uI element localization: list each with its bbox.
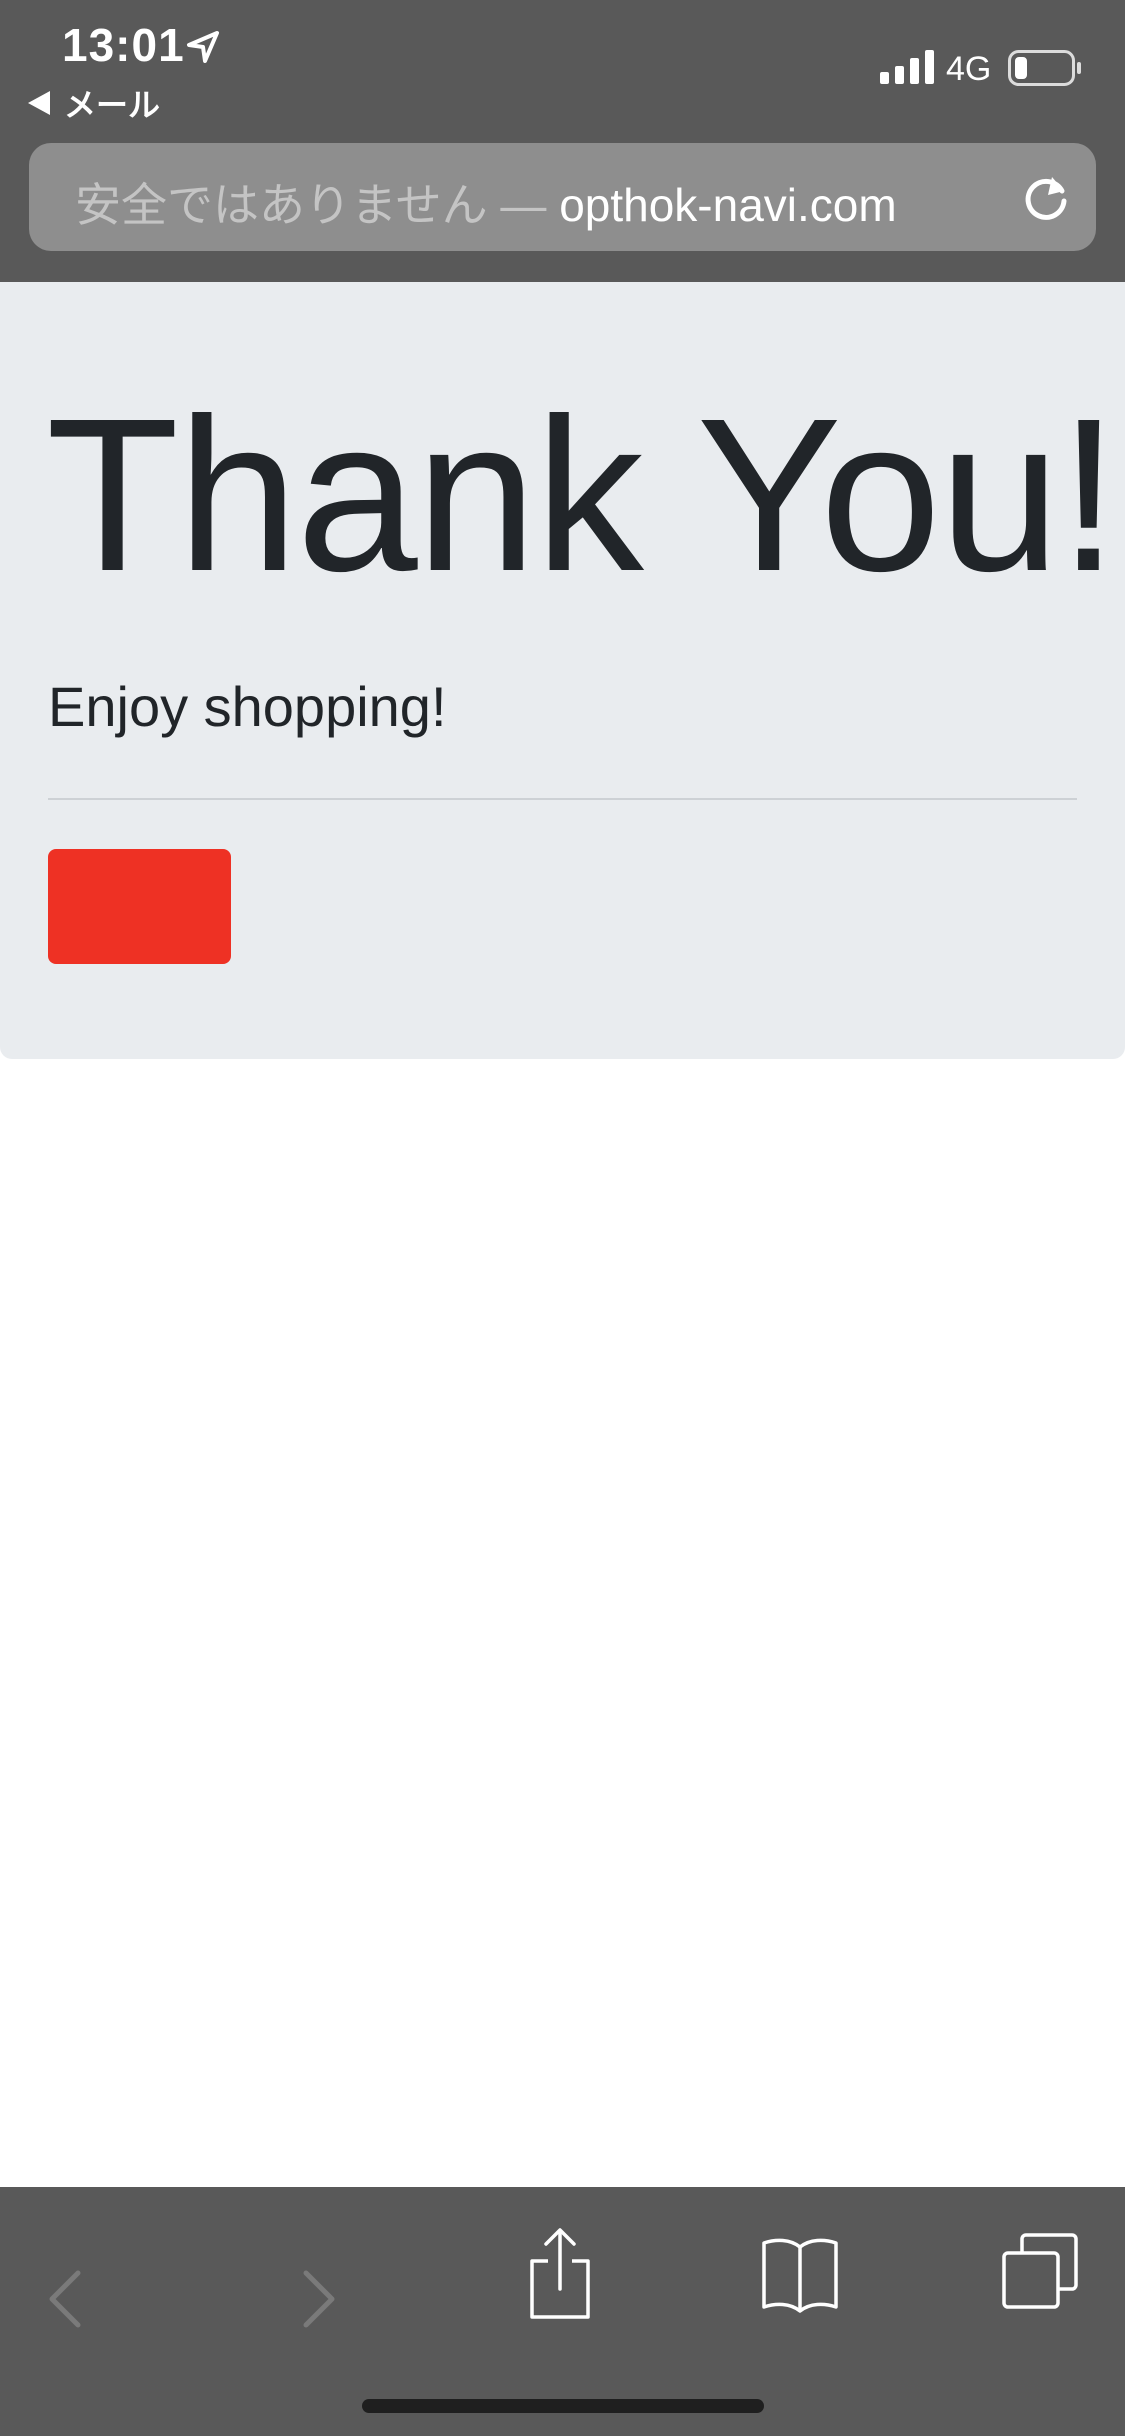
bottom-toolbar (0, 2187, 1125, 2436)
signal-icon (880, 50, 934, 84)
url-domain: opthok-navi.com (559, 179, 897, 231)
location-arrow-icon (187, 31, 219, 63)
lead-text: Enjoy shopping! (48, 675, 447, 738)
tabs-icon[interactable] (1000, 2231, 1080, 2311)
insecure-label: 安全ではありません — (75, 179, 547, 231)
back-to-app-button[interactable]: メール (28, 80, 160, 126)
url-bar[interactable]: 安全ではありません — opthok-navi.com (29, 143, 1096, 251)
divider (48, 798, 1077, 800)
top-chrome: 13:01 メール 4G 安全ではありません — opthok-navi.com (0, 0, 1125, 282)
network-label: 4G (946, 50, 992, 88)
page-title: Thank You! (46, 374, 1119, 617)
forward-icon[interactable] (296, 2267, 340, 2331)
status-time: 13:01 (62, 19, 185, 71)
back-triangle-icon (28, 91, 50, 115)
reload-icon[interactable] (1018, 169, 1074, 225)
battery-icon (1008, 50, 1081, 86)
back-icon[interactable] (44, 2267, 88, 2331)
primary-button[interactable] (48, 849, 231, 964)
back-app-label: メール (64, 87, 161, 123)
share-icon[interactable] (528, 2227, 592, 2319)
bookmarks-icon[interactable] (760, 2235, 840, 2313)
url-text: 安全ではありません — opthok-navi.com (75, 169, 897, 235)
home-indicator[interactable] (362, 2399, 764, 2413)
jumbotron: Thank You! Enjoy shopping! (0, 282, 1125, 1059)
